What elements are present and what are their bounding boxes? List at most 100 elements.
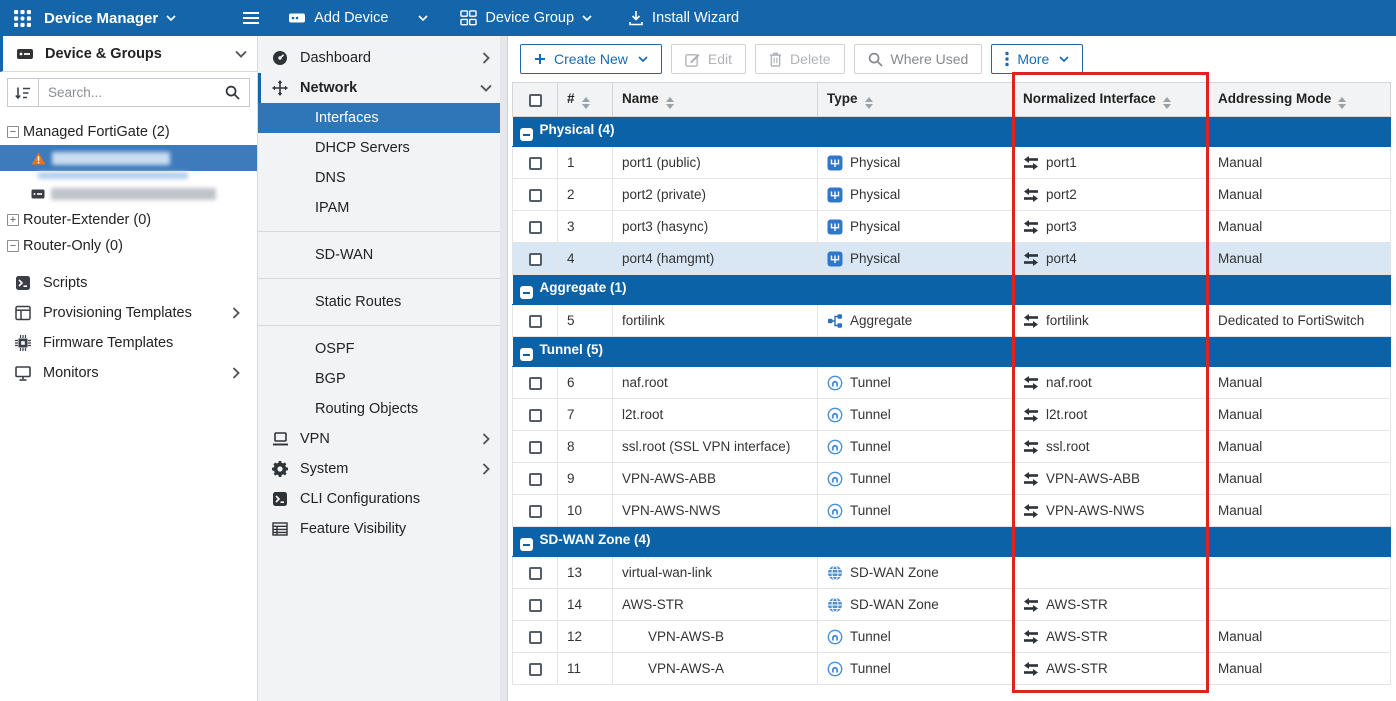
row-checkbox[interactable] [528,408,542,422]
row-number-cell: 14 [557,588,613,621]
row-checkbox[interactable] [528,156,542,170]
table-group-row[interactable]: Aggregate (1) [512,274,1391,305]
nav-item-ipam[interactable]: IPAM [258,193,507,223]
group-collapse-icon[interactable] [519,348,533,362]
nav-item-dhcp-servers[interactable]: DHCP Servers [258,133,507,163]
table-row[interactable]: 1 port1 (public) Physical port1 Manual [512,146,1391,179]
nav-item-system[interactable]: System [258,454,507,484]
nav-item-feature-visibility[interactable]: Feature Visibility [258,514,507,544]
sidebar-item-provisioning-templates[interactable]: Provisioning Templates [0,298,257,328]
table-row[interactable]: 7 l2t.root Tunnel l2t.root Manual [512,398,1391,431]
hamburger-icon[interactable] [242,11,260,25]
select-all-header[interactable] [512,82,558,117]
device-groups-header[interactable]: Device & Groups [0,36,257,72]
sidebar-item-scripts[interactable]: Scripts [0,268,257,298]
expand-icon[interactable]: + [7,214,19,226]
table-row[interactable]: 11 VPN-AWS-A Tunnel AWS-STR Manual [512,652,1391,685]
row-checkbox[interactable] [528,220,542,234]
normalized-interface-label: ssl.root [1046,439,1090,454]
column-header-type[interactable]: Type [817,82,1014,117]
normalized-interface-cell: VPN-AWS-NWS [1013,494,1209,527]
row-checkbox[interactable] [528,504,542,518]
table-row[interactable]: 13 virtual-wan-link SD-WAN Zone [512,556,1391,589]
nav-item-static-routes[interactable]: Static Routes [258,287,507,317]
group-collapse-icon[interactable] [519,538,533,552]
table-row[interactable]: 3 port3 (hasync) Physical port3 Manual [512,210,1391,243]
collapse-icon[interactable]: − [7,126,19,138]
nav-item-network[interactable]: Network [258,73,507,103]
nav-item-label: CLI Configurations [300,491,421,507]
add-device-caret-icon[interactable] [418,15,428,21]
app-title-menu[interactable]: Device Manager [44,10,176,27]
column-header--[interactable]: # [557,82,613,117]
table-group-row[interactable]: SD-WAN Zone (4) [512,526,1391,557]
table-row[interactable]: 14 AWS-STR SD-WAN Zone AWS-STR [512,588,1391,621]
nav-item-dashboard[interactable]: Dashboard [258,43,507,73]
row-checkbox[interactable] [528,188,542,202]
interface-type-label: Tunnel [850,471,891,486]
row-checkbox[interactable] [528,630,542,644]
nav-item-routing-objects[interactable]: Routing Objects [258,394,507,424]
where-used-button[interactable]: Where Used [853,44,983,74]
row-checkbox[interactable] [528,566,542,580]
nav-item-bgp[interactable]: BGP [258,364,507,394]
table-group-row[interactable]: Tunnel (5) [512,336,1391,367]
create-new-button[interactable]: Create New [520,44,662,74]
table-row[interactable]: 5 fortilink Aggregate fortilink Dedicated to… [512,304,1391,337]
table-row[interactable]: 12 VPN-AWS-B Tunnel AWS-STR Manual [512,620,1391,653]
table-row[interactable]: 8 ssl.root (SSL VPN interface) Tunnel ssl.r… [512,430,1391,463]
type-cell: Physical [817,146,1014,179]
row-checkbox[interactable] [528,440,542,454]
row-checkbox[interactable] [528,662,542,676]
nav-item-sd-wan[interactable]: SD-WAN [258,240,507,270]
tree-device-item[interactable] [0,181,257,207]
type-cell: Tunnel [817,430,1014,463]
nav-item-dns[interactable]: DNS [258,163,507,193]
add-device-button[interactable]: Add Device [288,10,388,26]
chev-right-icon [227,307,245,319]
row-checkbox[interactable] [528,598,542,612]
tree-group-item[interactable]: − Managed FortiGate (2) [0,119,257,145]
install-wizard-button[interactable]: Install Wizard [628,10,739,26]
table-row[interactable]: 2 port2 (private) Physical port2 Manual [512,178,1391,211]
app-grid-icon[interactable] [14,9,31,27]
edit-button[interactable]: Edit [670,44,747,74]
column-header-name[interactable]: Name [612,82,818,117]
table-row[interactable]: 4 port4 (hamgmt) Physical port4 Manual [512,242,1391,275]
network-nav-menu: Dashboard Network Interfaces DHCP Servers DN… [258,36,508,701]
group-collapse-icon[interactable] [519,128,533,142]
search-input[interactable] [48,85,225,100]
name-cell: port1 (public) [612,146,818,179]
delete-button[interactable]: Delete [755,44,845,74]
group-collapse-icon[interactable] [519,286,533,300]
table-row[interactable]: 9 VPN-AWS-ABB Tunnel VPN-AWS-ABB Manual [512,462,1391,495]
table-group-row[interactable]: Physical (4) [512,116,1391,147]
device-group-button[interactable]: Device Group [460,10,592,26]
nav-item-ospf[interactable]: OSPF [258,334,507,364]
search-icon[interactable] [225,85,240,100]
row-checkbox[interactable] [528,314,542,328]
row-checkbox[interactable] [528,376,542,390]
nav-item-vpn[interactable]: VPN [258,424,507,454]
sort-button[interactable] [7,78,39,107]
interface-name: VPN-AWS-B [648,629,725,644]
normalized-interface-cell: port1 [1013,146,1209,179]
sidebar-item-firmware-templates[interactable]: Firmware Templates [0,328,257,358]
tree-device-item[interactable] [0,145,257,171]
table-row[interactable]: 10 VPN-AWS-NWS Tunnel VPN-AWS-NWS Manual [512,494,1391,527]
nav-item-interfaces[interactable]: Interfaces [258,103,507,133]
select-all-checkbox[interactable] [528,93,542,107]
tree-group-item[interactable]: + Router-Extender (0) [0,207,257,233]
more-button[interactable]: More [991,44,1084,74]
column-header-addressing-mode[interactable]: Addressing Mode [1208,82,1391,117]
tree-group-item[interactable]: − Router-Only (0) [0,233,257,259]
table-row[interactable]: 6 naf.root Tunnel naf.root Manual [512,366,1391,399]
collapse-icon[interactable]: − [7,240,19,252]
column-header-normalized-interface[interactable]: Normalized Interface [1013,82,1209,117]
chev-right-icon [477,463,495,475]
dashboard-icon [271,50,289,66]
row-checkbox[interactable] [528,252,542,266]
sidebar-item-monitors[interactable]: Monitors [0,358,257,388]
nav-item-cli-configurations[interactable]: CLI Configurations [258,484,507,514]
row-checkbox[interactable] [528,472,542,486]
